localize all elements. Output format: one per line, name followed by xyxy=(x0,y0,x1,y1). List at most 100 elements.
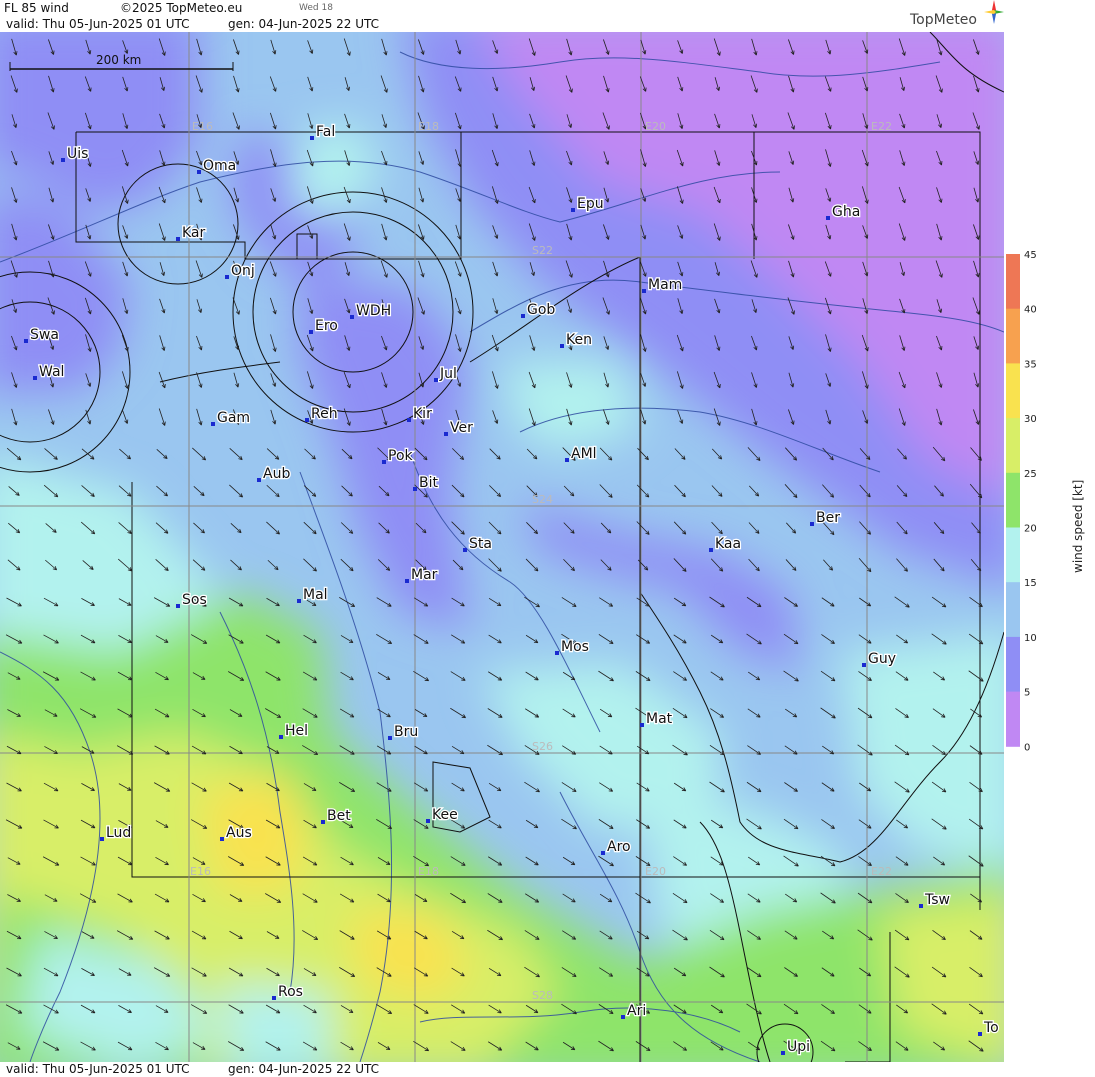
colorbar-tick-label: 20 xyxy=(1024,524,1037,535)
colorbar-segment xyxy=(1006,308,1020,364)
place-marker xyxy=(310,136,314,140)
colorbar-tick-label: 0 xyxy=(1024,742,1030,753)
place-marker xyxy=(444,432,448,436)
place-label: Onj xyxy=(231,263,255,279)
place-label: Aus xyxy=(226,825,252,841)
place-marker xyxy=(272,996,276,1000)
place-marker xyxy=(100,837,104,841)
place-label: Lud xyxy=(106,825,131,841)
colorbar-tick-label: 35 xyxy=(1024,359,1037,370)
lat-label: S26 xyxy=(532,740,553,753)
place-label: Upi xyxy=(787,1039,810,1055)
place-marker xyxy=(640,723,644,727)
place-label: Pok xyxy=(388,448,414,464)
colorbar-label: wind speed [kt] xyxy=(1071,480,1085,573)
colorbar-tick-label: 10 xyxy=(1024,633,1037,644)
place-marker xyxy=(309,330,313,334)
lon-label-bottom: E16 xyxy=(190,865,211,878)
place-label: Mal xyxy=(303,587,328,603)
place-label: Bet xyxy=(327,808,351,824)
place-label: Mos xyxy=(561,639,589,655)
place-marker xyxy=(413,487,417,491)
colorbar-segment xyxy=(1006,691,1020,747)
generated-time: gen: 04-Jun-2025 22 UTC xyxy=(228,17,380,31)
place-label: Fal xyxy=(316,124,335,140)
place-marker xyxy=(463,548,467,552)
place-label: Mam xyxy=(648,277,682,293)
colorbar-segment xyxy=(1006,418,1020,474)
colorbar: 45 40 35 30 25 20 15 10 5 0 wind speed [kt] xyxy=(1006,250,1085,753)
place-marker xyxy=(388,736,392,740)
valid-time: valid: Thu 05-Jun-2025 01 UTC xyxy=(6,17,190,31)
place-label: Gob xyxy=(527,302,555,318)
place-marker xyxy=(434,378,438,382)
place-marker xyxy=(978,1032,982,1036)
place-marker xyxy=(405,579,409,583)
place-label: Kir xyxy=(413,406,432,422)
place-label: Sos xyxy=(182,592,207,608)
lon-label-bottom: E20 xyxy=(645,865,666,878)
colorbar-segment xyxy=(1006,363,1020,419)
place-label: To xyxy=(983,1020,999,1036)
place-label: Gam xyxy=(217,410,250,426)
colorbar-tick-label: 15 xyxy=(1024,578,1037,589)
place-label: Aub xyxy=(263,466,290,482)
place-marker xyxy=(211,422,215,426)
place-label: Ber xyxy=(816,510,840,526)
place-label: Oma xyxy=(203,158,236,174)
lat-label: S28 xyxy=(532,989,553,1002)
place-marker xyxy=(305,418,309,422)
place-label: Mar xyxy=(411,567,438,583)
place-label: Ken xyxy=(566,332,592,348)
place-marker xyxy=(197,170,201,174)
scale-bar: 200 km xyxy=(9,53,234,71)
place-label: WDH xyxy=(356,303,391,319)
lat-label: S22 xyxy=(532,244,553,257)
colorbar-segment xyxy=(1006,472,1020,528)
place-marker xyxy=(621,1015,625,1019)
place-marker xyxy=(61,158,65,162)
colorbar-segment xyxy=(1006,527,1020,583)
place-marker xyxy=(176,604,180,608)
place-marker xyxy=(862,663,866,667)
lon-label-top: E16 xyxy=(192,120,213,133)
place-marker xyxy=(810,522,814,526)
colorbar-segment xyxy=(1006,582,1020,638)
lon-label-top: E20 xyxy=(645,120,666,133)
place-label: Tsw xyxy=(924,892,950,908)
place-marker xyxy=(220,837,224,841)
lon-label-top: E18 xyxy=(418,120,439,133)
place-marker xyxy=(781,1051,785,1055)
logo-text: TopMeteo xyxy=(910,12,977,28)
place-marker xyxy=(382,460,386,464)
compass-star-icon xyxy=(984,0,1004,24)
place-marker xyxy=(24,339,28,343)
day-label: Wed 18 xyxy=(299,3,333,13)
place-label: Hel xyxy=(285,723,308,739)
place-label: Kee xyxy=(432,807,458,823)
colorbar-segment xyxy=(1006,636,1020,693)
footer-generated-time: gen: 04-Jun-2025 22 UTC xyxy=(228,1062,380,1076)
wind-map: E16 E18 E20 E22 E16 E18 E20 E22 S22 S24 … xyxy=(0,32,1004,1062)
place-label: Kar xyxy=(182,225,206,241)
place-marker xyxy=(560,344,564,348)
lon-label-bottom: E22 xyxy=(871,865,892,878)
place-marker xyxy=(426,819,430,823)
footer: valid: Thu 05-Jun-2025 01 UTC gen: 04-Ju… xyxy=(0,1062,1004,1077)
place-label: AMl xyxy=(571,446,597,462)
place-marker xyxy=(350,315,354,319)
place-label: Ero xyxy=(315,318,338,334)
lat-label: S24 xyxy=(532,493,553,506)
place-marker xyxy=(321,820,325,824)
place-marker xyxy=(709,548,713,552)
colorbar-segment xyxy=(1006,254,1020,310)
place-label: Ros xyxy=(278,984,303,1000)
place-marker xyxy=(826,216,830,220)
place-label: Jul xyxy=(439,366,457,382)
place-label: Reh xyxy=(311,406,338,422)
lon-label-bottom: E18 xyxy=(418,865,439,878)
place-marker xyxy=(257,478,261,482)
place-marker xyxy=(555,651,559,655)
place-marker xyxy=(919,904,923,908)
place-marker xyxy=(33,376,37,380)
